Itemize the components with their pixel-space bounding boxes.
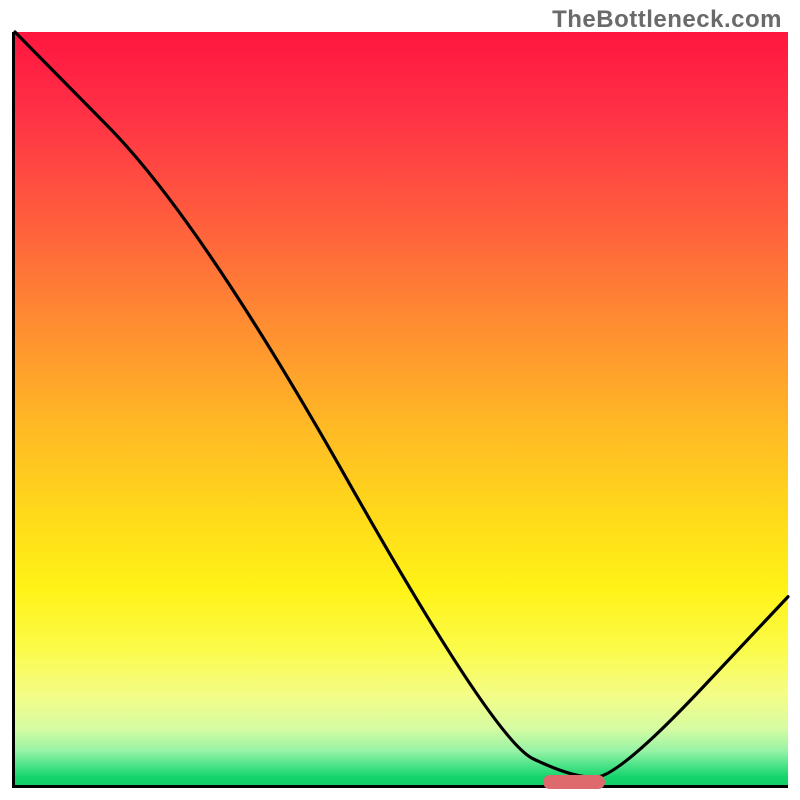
watermark-text: TheBottleneck.com [552, 6, 782, 34]
optimum-marker [543, 775, 605, 789]
chart-container: TheBottleneck.com [0, 0, 800, 800]
plot-area [12, 32, 788, 788]
bottleneck-curve [15, 32, 788, 785]
